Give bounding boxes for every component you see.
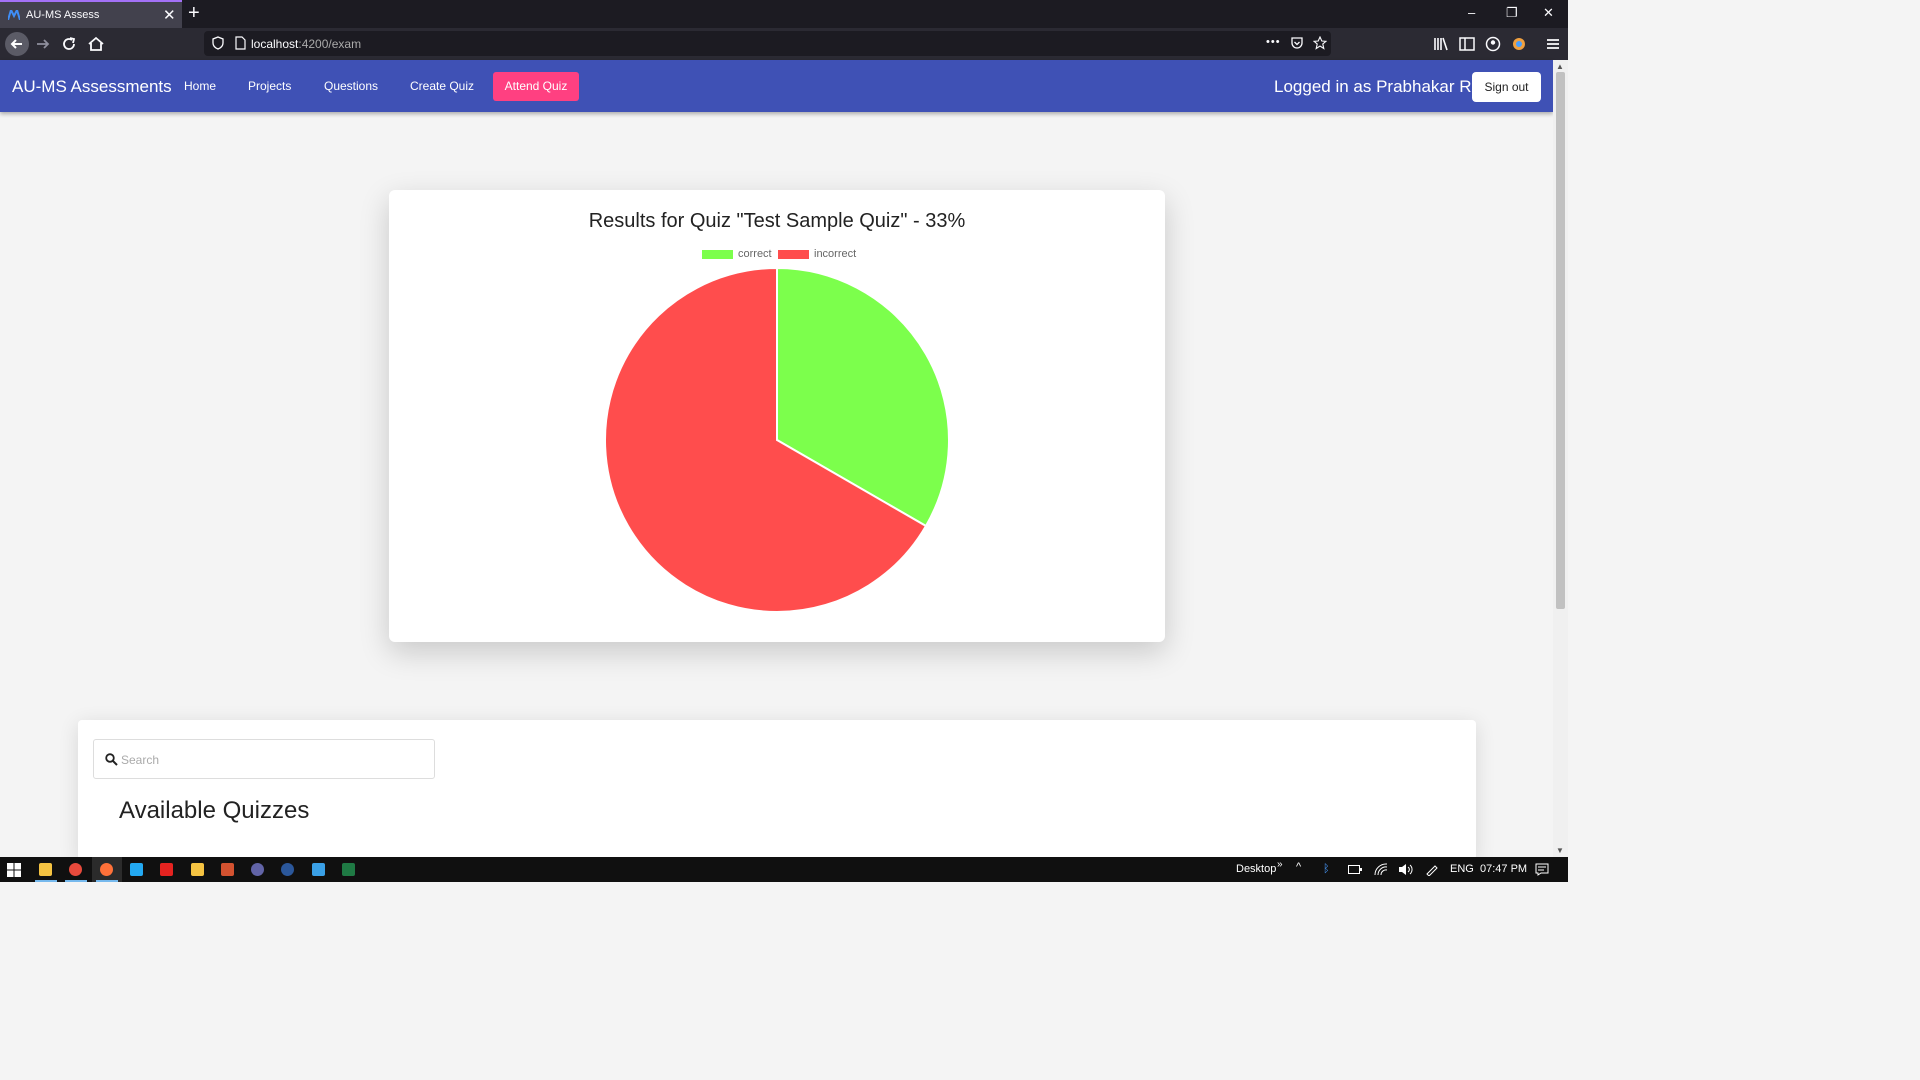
file-explorer-icon [39, 863, 52, 876]
clock-time[interactable]: 07:47 PM [1480, 863, 1527, 875]
forward-icon[interactable] [33, 34, 53, 54]
windows-start-icon[interactable] [7, 863, 21, 877]
wifi-icon[interactable] [1374, 863, 1388, 876]
taskbar-app-acrobat[interactable] [152, 857, 182, 882]
search-box [93, 739, 435, 779]
nav-create-quiz[interactable]: Create Quiz [410, 79, 474, 93]
browser-tab[interactable]: AU-MS Assess ✕ [0, 0, 182, 28]
taskbar-app-firefox[interactable] [91, 857, 122, 882]
app-brand[interactable]: AU-MS Assessments [12, 77, 172, 97]
powerpoint-icon [220, 863, 234, 876]
desktop-toolbar-label[interactable]: Desktop [1236, 863, 1276, 875]
address-bar[interactable]: localhost:4200/exam ••• [204, 31, 1331, 56]
browser-navigation-bar: localhost:4200/exam ••• [0, 28, 1568, 60]
tracking-protection-shield-icon[interactable] [211, 36, 225, 50]
show-hidden-icons-icon[interactable]: ^ [1296, 861, 1301, 873]
scroll-up-icon[interactable]: ▲ [1556, 62, 1564, 71]
language-indicator[interactable]: ENG [1450, 863, 1474, 875]
desktop-toolbar-chevron-icon[interactable]: » [1277, 859, 1283, 870]
taskbar-app-vscode[interactable] [122, 857, 152, 882]
site-favicon-icon [8, 10, 20, 20]
nav-attend-quiz-button[interactable]: Attend Quiz [493, 72, 579, 101]
taskbar-app-excel[interactable] [334, 857, 364, 882]
taskbar-app-powerpoint[interactable] [213, 857, 243, 882]
bookmark-star-icon[interactable] [1313, 36, 1327, 50]
taskbar-app-chrome[interactable] [61, 857, 91, 882]
quiz-results-card: Results for Quiz "Test Sample Quiz" - 33… [389, 190, 1165, 642]
notifications-icon[interactable] [1535, 863, 1549, 876]
app-toolbar: AU-MS Assessments Home Projects Question… [0, 60, 1553, 112]
notepad-icon [311, 863, 325, 876]
page-actions-icon[interactable]: ••• [1266, 36, 1281, 48]
taskbar-app-file-explorer[interactable] [31, 857, 61, 882]
teams-icon [251, 863, 265, 876]
minimize-window-icon[interactable]: – [1468, 5, 1475, 20]
windows-taskbar: Desktop » ^ ᛒ ENG 07:47 PM [0, 857, 1568, 882]
word-icon [281, 863, 295, 876]
logged-in-user-text: Logged in as Prabhakar R [1274, 77, 1472, 96]
back-icon[interactable] [5, 32, 29, 56]
taskbar-app-notepad[interactable] [304, 857, 334, 882]
restore-window-icon[interactable]: ❐ [1506, 5, 1518, 21]
volume-icon[interactable] [1398, 863, 1413, 876]
running-indicator [35, 880, 57, 882]
taskbar-app-teams[interactable] [243, 857, 273, 882]
nav-home[interactable]: Home [184, 79, 216, 93]
reload-icon[interactable] [59, 34, 79, 54]
close-tab-icon[interactable]: ✕ [163, 6, 176, 24]
hamburger-menu-icon[interactable] [1543, 34, 1563, 54]
pocket-icon[interactable] [1290, 36, 1304, 50]
url-text: localhost:4200/exam [251, 37, 361, 51]
folder-icon [190, 863, 204, 876]
extension-icon[interactable] [1509, 34, 1529, 54]
running-indicator [95, 880, 118, 882]
running-indicator [65, 880, 88, 882]
battery-icon[interactable] [1348, 865, 1362, 874]
scrollbar-thumb[interactable] [1556, 72, 1565, 609]
available-quizzes-card: Available Quizzes [78, 720, 1476, 860]
nav-questions[interactable]: Questions [324, 79, 378, 93]
search-icon [105, 753, 118, 766]
firefox-icon [99, 863, 113, 876]
vscode-icon [129, 863, 143, 876]
scroll-down-icon[interactable]: ▼ [1556, 846, 1564, 855]
taskbar-app-folder[interactable] [183, 857, 213, 882]
account-icon[interactable] [1483, 34, 1503, 54]
close-window-icon[interactable]: ✕ [1543, 5, 1554, 21]
nav-projects[interactable]: Projects [248, 79, 291, 93]
bluetooth-icon[interactable]: ᛒ [1323, 863, 1330, 875]
home-icon[interactable] [86, 34, 106, 54]
page-scrollbar[interactable]: ▲ ▼ [1553, 60, 1568, 857]
sign-out-button[interactable]: Sign out [1472, 72, 1541, 102]
browser-tab-strip: AU-MS Assess ✕ + – ❐ ✕ [0, 0, 1568, 28]
new-tab-icon[interactable]: + [188, 2, 200, 25]
taskbar-app-word[interactable] [273, 857, 303, 882]
excel-icon [342, 863, 355, 876]
results-pie-chart [604, 266, 950, 613]
page-info-icon[interactable] [233, 36, 247, 50]
sidebar-icon[interactable] [1457, 34, 1477, 54]
available-quizzes-heading: Available Quizzes [119, 797, 310, 824]
chrome-icon [69, 863, 83, 876]
acrobat-icon [160, 863, 174, 876]
search-input[interactable] [121, 750, 421, 770]
pen-workspace-icon[interactable] [1425, 863, 1439, 876]
library-icon[interactable] [1431, 34, 1451, 54]
url-host: localhost [251, 37, 299, 51]
tab-title: AU-MS Assess [26, 9, 100, 21]
url-path: :4200/exam [298, 37, 362, 51]
